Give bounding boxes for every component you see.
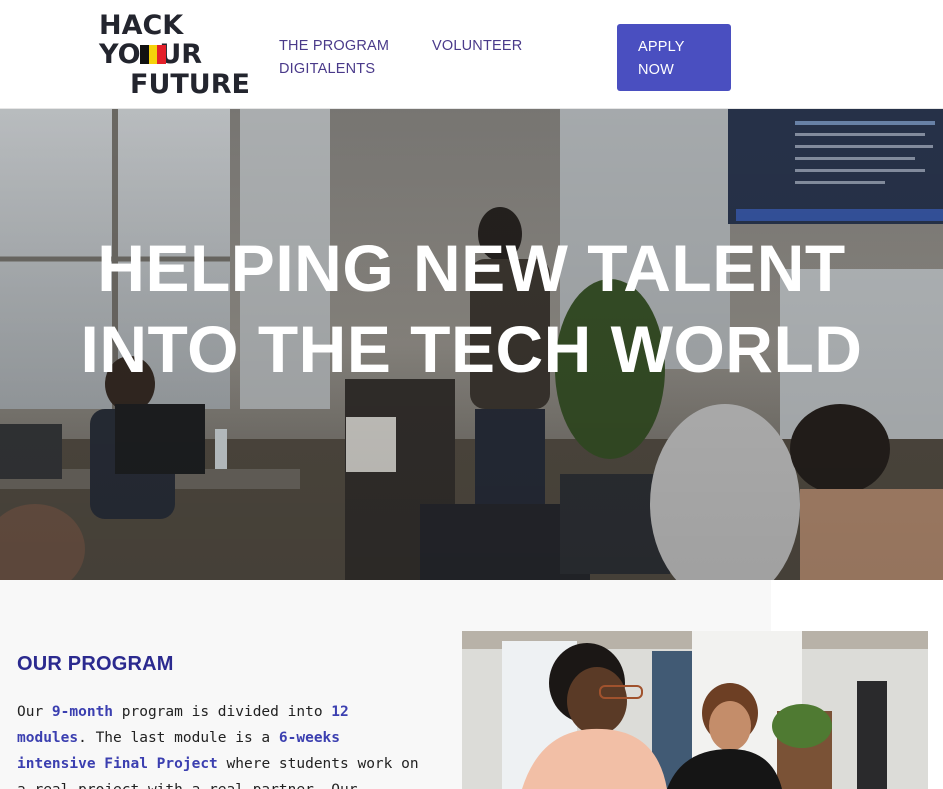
nav-digitalents[interactable]: DIGITALENTS — [279, 61, 375, 77]
hero-banner: HELPING NEW TALENT INTO THE TECH WORLD — [0, 109, 943, 580]
hero-title-line-1: HELPING NEW TALENT — [97, 231, 846, 305]
program-description: Our 9-month program is divided into 12 m… — [17, 699, 427, 789]
logo-line-3: FUTURE — [130, 69, 250, 100]
apply-now-line-1: APPLY — [638, 39, 685, 55]
site-header: HACK YO UR FUTURE THE PROGRAM VOLUNTEER … — [0, 0, 943, 109]
program-photo — [462, 631, 928, 789]
nav-the-program[interactable]: THE PROGRAM — [279, 38, 389, 54]
our-program-section: OUR PROGRAM Our 9-month program is divid… — [0, 580, 943, 789]
program-text-3: . The last module is a — [78, 730, 279, 746]
hackyourfuture-logo[interactable]: HACK YO UR FUTURE — [99, 10, 261, 100]
program-text-1: Our — [17, 704, 52, 720]
apply-now-button[interactable]: APPLY NOW — [617, 24, 731, 91]
hero-title-line-2: INTO THE TECH WORLD — [80, 312, 863, 386]
hero-title: HELPING NEW TALENT INTO THE TECH WORLD — [0, 228, 943, 390]
program-highlight-duration: 9-month — [51, 704, 114, 720]
logo-line-1: HACK — [99, 10, 184, 41]
apply-now-line-2: NOW — [638, 62, 675, 78]
nav-volunteer[interactable]: VOLUNTEER — [432, 38, 522, 54]
belgian-flag-icon — [140, 45, 167, 64]
program-heading: OUR PROGRAM — [17, 653, 174, 675]
program-text-2: program is divided into — [113, 704, 332, 720]
